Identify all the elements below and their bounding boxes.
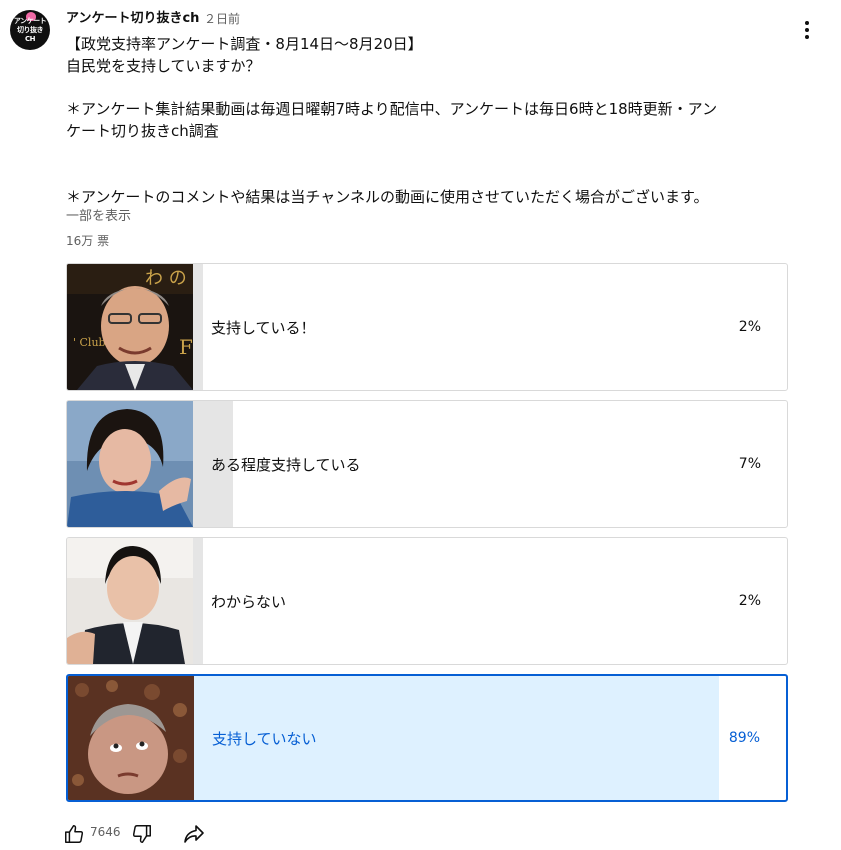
poll-option-percent: 7% bbox=[738, 456, 761, 472]
poll-option-percent: 2% bbox=[738, 593, 761, 609]
avatar-text-line: 切り抜き bbox=[17, 25, 44, 34]
poll-question: 自民党を支持していますか？ bbox=[66, 57, 261, 75]
share-button[interactable] bbox=[182, 822, 206, 846]
post-note: ＊アンケートのコメントや結果は当チャンネルの動画に使用させていただく場合がござい… bbox=[66, 188, 709, 206]
vertical-dots-icon bbox=[805, 21, 809, 39]
like-button[interactable] bbox=[62, 822, 86, 846]
post-title: 【政党支持率アンケート調査・8月14日～8月20日】 bbox=[66, 35, 423, 53]
poll-option[interactable]: 支持していない 89% bbox=[66, 674, 788, 802]
poll-option-label: ある程度支持している bbox=[211, 455, 361, 474]
like-icon bbox=[65, 825, 84, 843]
poll-option[interactable]: わからない 2% bbox=[66, 537, 788, 665]
channel-name[interactable]: アンケート切り抜きch bbox=[66, 10, 199, 28]
poll-option-label: わからない bbox=[211, 592, 287, 611]
post-time[interactable]: ２日前 bbox=[204, 10, 240, 28]
show-less-link[interactable]: 一部を表示 bbox=[66, 208, 131, 226]
dislike-button[interactable] bbox=[130, 822, 154, 846]
poll-option-percent: 89% bbox=[728, 730, 760, 746]
avatar-text-line: CH bbox=[25, 34, 36, 43]
like-count: 7646 bbox=[90, 825, 121, 839]
poll-option-label: 支持していない bbox=[212, 729, 317, 748]
option-image: わ の ' Club F bbox=[67, 264, 193, 390]
share-icon bbox=[184, 825, 204, 843]
poll-option[interactable]: ある程度支持している 7% bbox=[66, 400, 788, 528]
svg-text:わ の: わ の bbox=[145, 268, 187, 289]
result-bar bbox=[193, 538, 203, 664]
post-note-line: ＊アンケート集計結果動画は毎週日曜朝7時より配信中、アンケートは毎日6時と18時… bbox=[66, 100, 718, 118]
vote-count: 16万 票 bbox=[66, 234, 110, 248]
avatar-text-line: アンケート bbox=[13, 16, 47, 25]
option-image bbox=[67, 538, 193, 664]
community-post: アンケート 切り抜き CH アンケート切り抜きch ２日前 【政党支持率アンケー… bbox=[0, 0, 841, 850]
svg-text:' Club: ' Club bbox=[73, 336, 106, 349]
svg-text:F: F bbox=[179, 335, 193, 359]
dislike-icon bbox=[132, 825, 151, 843]
result-bar bbox=[193, 264, 203, 390]
more-actions-button[interactable] bbox=[795, 18, 819, 42]
poll-option-percent: 2% bbox=[738, 319, 761, 335]
post-note-line: ケート切り抜きch調査 bbox=[66, 122, 219, 140]
poll-option[interactable]: わ の ' Club F 支持している！ 2% bbox=[66, 263, 788, 391]
poll-option-label: 支持している！ bbox=[211, 318, 316, 337]
option-image bbox=[68, 676, 194, 800]
option-image bbox=[67, 401, 193, 527]
channel-avatar[interactable]: アンケート 切り抜き CH bbox=[10, 10, 50, 50]
